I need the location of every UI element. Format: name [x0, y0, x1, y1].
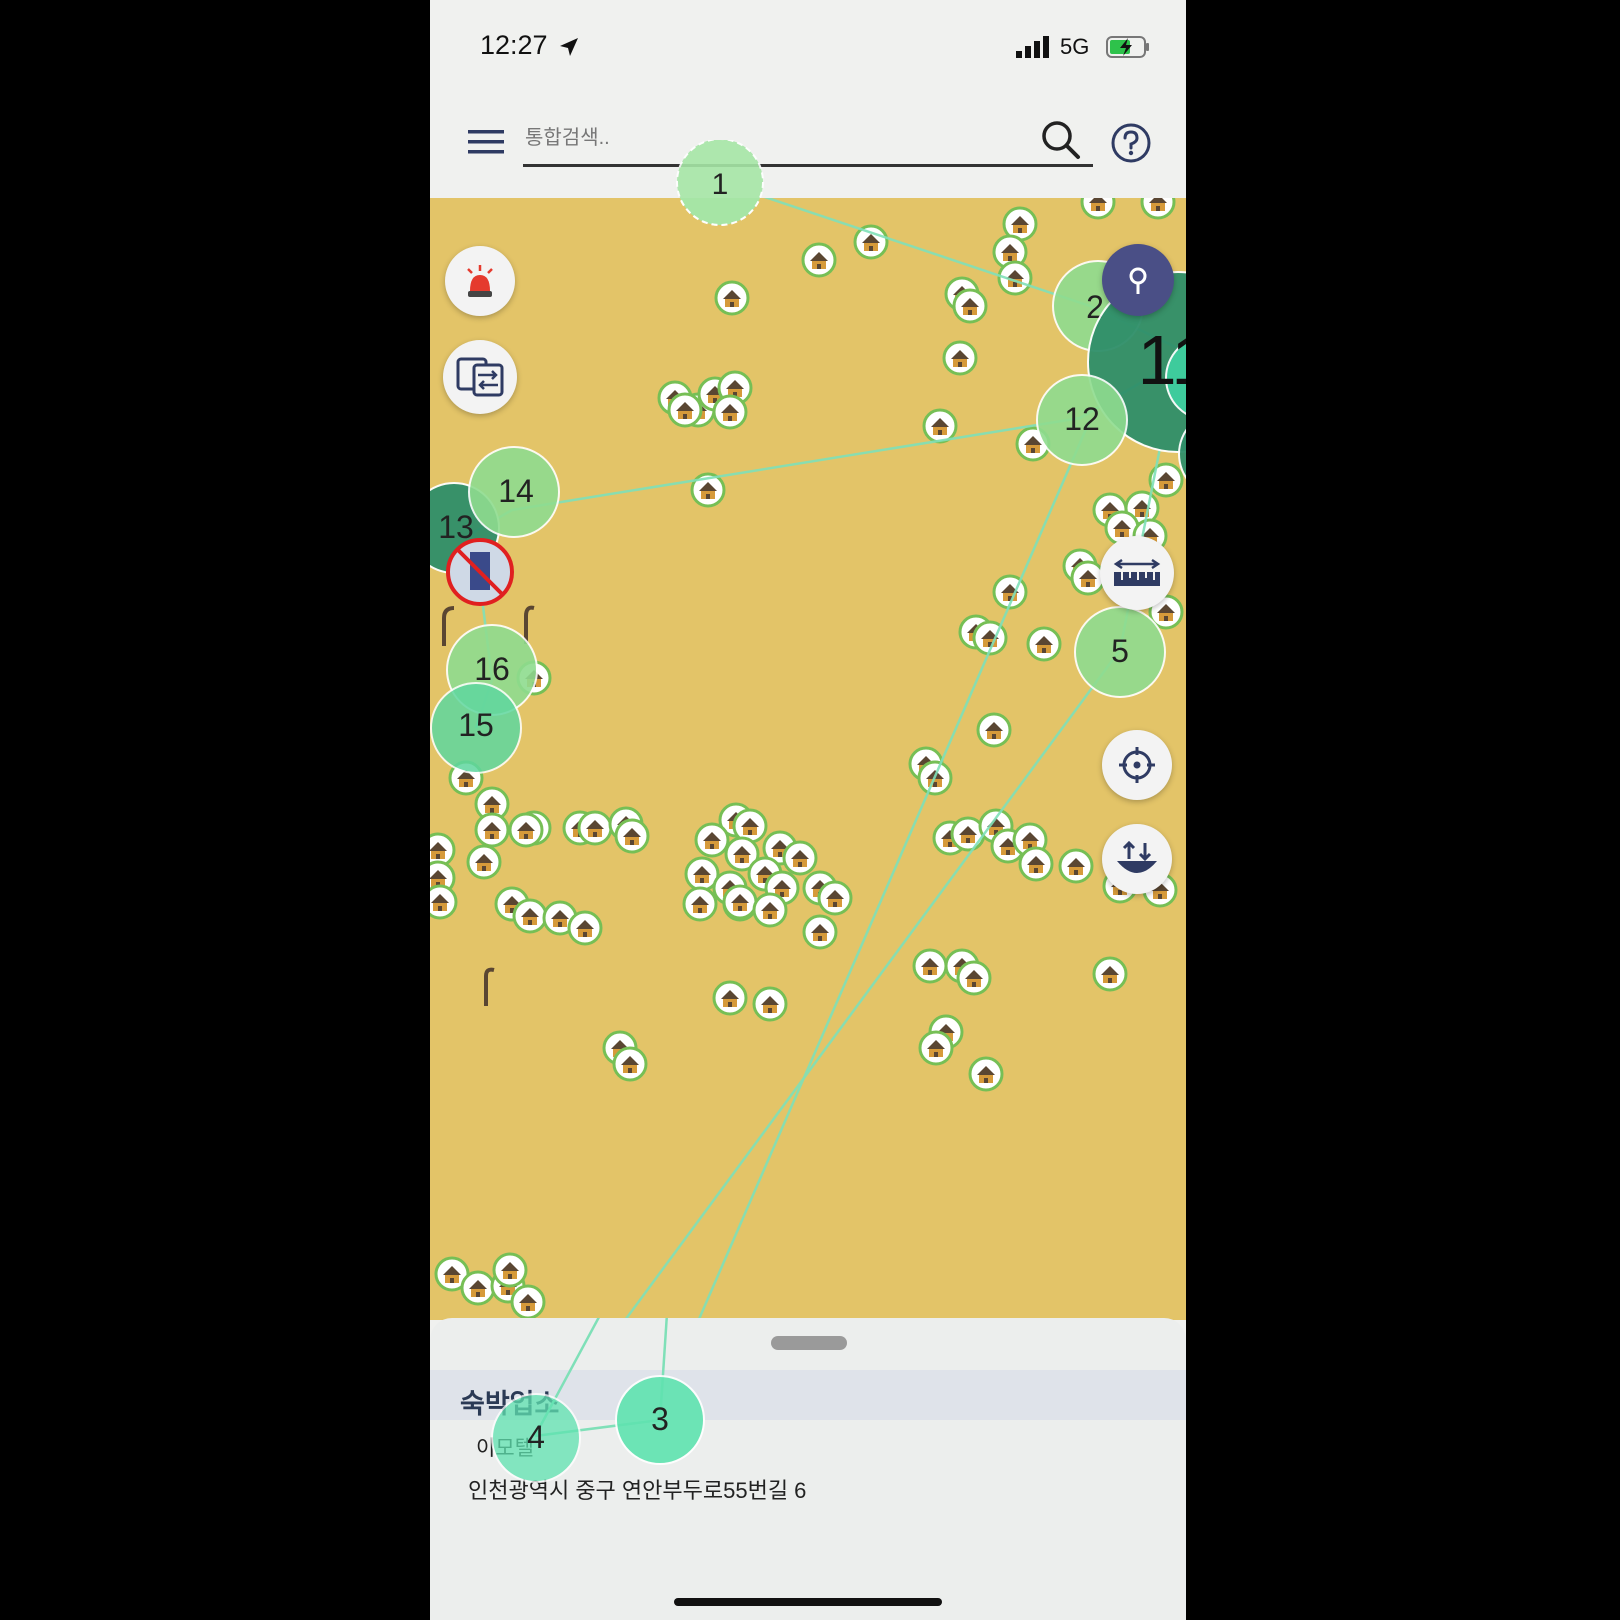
- status-bar: 12:27 5G: [430, 0, 1186, 96]
- accommodation-markers[interactable]: [430, 198, 1184, 1320]
- waypoint-1-overlay[interactable]: 1: [430, 140, 1186, 240]
- map-canvas[interactable]: 2 9 10 11 12: [430, 198, 1186, 1320]
- siren-icon: [467, 265, 493, 297]
- waypoint-4[interactable]: 4: [491, 1393, 581, 1483]
- signal-icon: [1016, 36, 1049, 58]
- location-arrow-icon: [560, 38, 578, 56]
- bottom-sheet[interactable]: 숙박업소 이모텔 인천광역시 중구 연안부두로55번길 6 3 4: [430, 1318, 1186, 1620]
- waypoint-label-12: 12: [1064, 401, 1100, 437]
- emergency-button[interactable]: [445, 246, 515, 316]
- route-lines: [472, 198, 1186, 1320]
- my-location-button[interactable]: [1102, 730, 1172, 800]
- home-indicator: [674, 1598, 942, 1606]
- waypoint-12[interactable]: 12: [1036, 374, 1128, 466]
- map-switch-button[interactable]: [443, 340, 517, 414]
- waypoint-label-5: 5: [1111, 633, 1129, 669]
- tide-icon: [1117, 840, 1157, 873]
- crosshair-icon: [1119, 747, 1155, 783]
- layers-icon: [1129, 267, 1147, 294]
- waypoint-14[interactable]: 14: [468, 446, 560, 538]
- measure-button[interactable]: [1100, 536, 1174, 610]
- ruler-icon: [1113, 558, 1161, 586]
- waypoint-label-14: 14: [498, 473, 534, 509]
- waypoint-label-4: 4: [527, 1419, 545, 1455]
- waypoint-15[interactable]: 15: [430, 682, 522, 774]
- status-time: 12:27: [480, 30, 548, 60]
- transfer-icon: [456, 357, 504, 397]
- waypoint-label-11: 11: [1138, 321, 1186, 399]
- waypoint-label-15: 15: [458, 707, 494, 743]
- waypoint-label-13: 13: [438, 509, 474, 545]
- waypoint-label-16: 16: [474, 651, 510, 687]
- restricted-zone-icon[interactable]: [446, 538, 514, 606]
- map-view[interactable]: 2 9 10 11 12: [430, 198, 1186, 1320]
- waypoint-label-3: 3: [651, 1401, 669, 1437]
- network-type: 5G: [1060, 34, 1090, 59]
- phone-screen: 12:27 5G 통합검색.. 2 1 12 13 14 16 15 5 인천광…: [430, 0, 1186, 1620]
- waypoint-3[interactable]: 3: [615, 1375, 705, 1465]
- waypoint-label-1: 1: [712, 168, 729, 201]
- waypoint-5[interactable]: 5: [1074, 606, 1166, 698]
- tide-button[interactable]: [1102, 824, 1172, 894]
- layers-button[interactable]: [1102, 244, 1174, 316]
- sheet-route-overlay: 3 4: [491, 1318, 705, 1483]
- battery-icon: [1106, 36, 1149, 58]
